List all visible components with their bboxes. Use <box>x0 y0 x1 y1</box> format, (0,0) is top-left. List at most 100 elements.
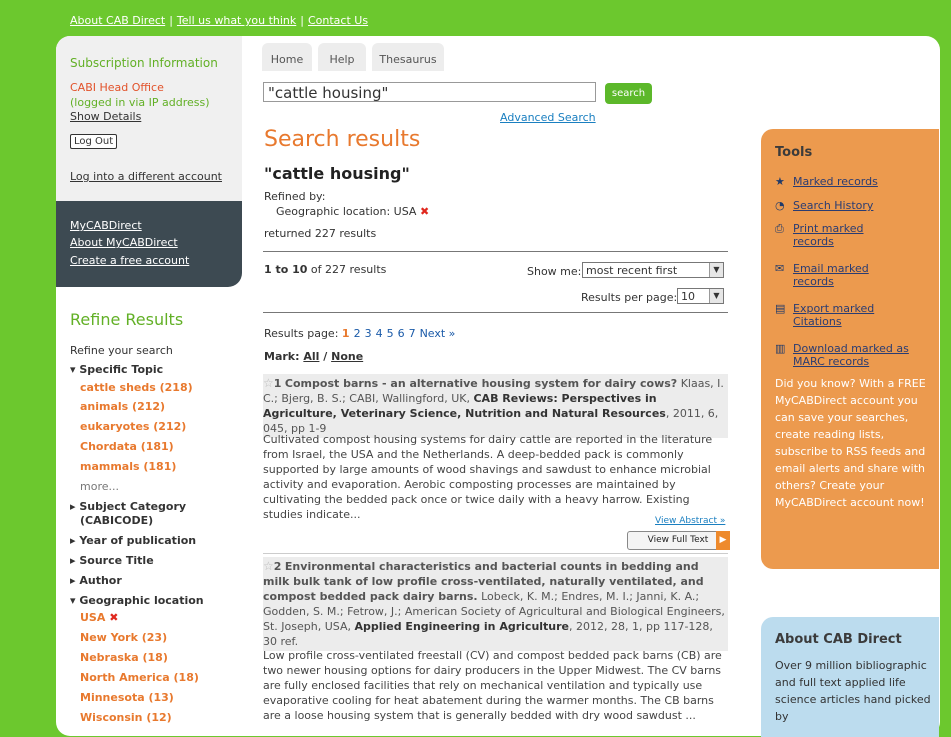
email-icon: ✉ <box>775 262 785 275</box>
result-range-bold: 1 to 10 <box>264 263 308 276</box>
record-abstract: Low profile cross-ventilated freestall (… <box>263 649 722 722</box>
separator: | <box>169 14 173 27</box>
facet-year[interactable]: ▸ Year of publication <box>70 534 196 547</box>
results-per-page-label: Results per page: <box>581 291 678 304</box>
facet-subject-category[interactable]: ▸ Subject Category <box>70 500 186 513</box>
mark-none-link[interactable]: None <box>331 350 363 363</box>
refine-subtitle: Refine your search <box>70 344 173 357</box>
sort-select[interactable]: most recent first ▼ <box>582 262 724 278</box>
remove-refinement-icon[interactable]: ✖ <box>420 205 429 218</box>
refine-title: Refine Results <box>70 310 184 329</box>
results-per-page-value: 10 <box>681 290 695 303</box>
contact-us-link[interactable]: Contact Us <box>308 14 368 27</box>
facet-subject-category-line2: (CABICODE) <box>80 514 154 527</box>
page-link[interactable]: 7 <box>409 327 416 340</box>
mark-separator: / <box>319 350 332 363</box>
tool-label[interactable]: Export marked Citations <box>793 302 893 328</box>
facet-author[interactable]: ▸ Author <box>70 574 122 587</box>
separator: | <box>300 14 304 27</box>
subscription-org: CABI Head Office <box>70 81 164 94</box>
page-title: Search results <box>264 127 421 152</box>
subscription-box: Subscription Information CABI Head Offic… <box>56 36 242 201</box>
page-link[interactable]: 6 <box>398 327 405 340</box>
result-range-rest: of 227 results <box>307 263 387 276</box>
export-icon: ▤ <box>775 302 786 315</box>
divider <box>263 312 728 313</box>
advanced-search-link[interactable]: Advanced Search <box>500 111 596 124</box>
create-account-link[interactable]: Create a free account <box>70 254 189 267</box>
chevron-down-icon: ▼ <box>709 289 723 303</box>
tab-thesaurus[interactable]: Thesaurus <box>372 43 444 71</box>
view-full-text-label: View Full Text <box>647 535 709 545</box>
record-header: ☆2 Environmental characteristics and bac… <box>263 557 728 651</box>
tab-home[interactable]: Home <box>262 43 312 71</box>
page-link[interactable]: 4 <box>376 327 383 340</box>
facet-source-title[interactable]: ▸ Source Title <box>70 554 154 567</box>
printer-icon: ⎙ <box>775 222 784 235</box>
about-title: About CAB Direct <box>775 632 902 647</box>
about-mycabdirect-link[interactable]: About MyCABDirect <box>70 236 178 249</box>
search-button[interactable]: search <box>605 83 652 104</box>
divider <box>263 553 728 554</box>
about-panel: About CAB Direct Over 9 million bibliogr… <box>761 617 939 737</box>
refined-filter-label: Geographic location: USA <box>276 205 417 218</box>
facet-selected-label: USA <box>80 611 106 624</box>
view-full-text-button[interactable]: View Full Text ▶ <box>627 531 730 550</box>
arrow-right-icon: ▶ <box>716 531 730 550</box>
chevron-down-icon: ▼ <box>709 263 723 277</box>
facet-item[interactable]: cattle sheds (218) <box>80 381 193 394</box>
page-link[interactable]: 5 <box>387 327 394 340</box>
pagination-label: Results page: <box>264 327 339 340</box>
history-icon: ◔ <box>775 199 785 212</box>
page-link[interactable]: 2 <box>354 327 361 340</box>
facet-geographic-location[interactable]: ▾ Geographic location <box>70 594 204 607</box>
facet-item[interactable]: eukaryotes (212) <box>80 420 186 433</box>
facet-item[interactable]: Wisconsin (12) <box>80 711 172 724</box>
divider <box>263 251 728 252</box>
next-page-link[interactable]: Next » <box>420 327 456 340</box>
record-journal: Applied Engineering in Agriculture <box>354 620 570 633</box>
view-abstract-link[interactable]: View Abstract » <box>655 516 725 526</box>
star-icon[interactable]: ☆ <box>263 559 274 573</box>
facet-item[interactable]: mammals (181) <box>80 460 176 473</box>
star-icon: ★ <box>775 175 785 188</box>
top-links: About CAB Direct | Tell us what you think |… <box>70 14 368 27</box>
tool-label[interactable]: Print marked records <box>793 222 903 248</box>
tool-label[interactable]: Download marked as MARC records <box>793 342 923 368</box>
about-cab-direct-link[interactable]: About CAB Direct <box>70 14 165 27</box>
facet-item[interactable]: North America (18) <box>80 671 199 684</box>
subscription-ip-note: (logged in via IP address) <box>70 96 210 109</box>
feedback-link[interactable]: Tell us what you think <box>177 14 296 27</box>
tools-panel: Tools ★ Marked records ◔ Search History … <box>761 129 939 569</box>
search-query-heading: "cattle housing" <box>264 164 410 183</box>
record-number: 2 <box>273 560 282 573</box>
show-details-link[interactable]: Show Details <box>70 110 141 123</box>
facet-item[interactable]: Nebraska (18) <box>80 651 168 664</box>
facet-item[interactable]: Minnesota (13) <box>80 691 174 704</box>
mark-all-link[interactable]: All <box>303 350 319 363</box>
facet-specific-topic[interactable]: ▾ Specific Topic <box>70 363 163 376</box>
tool-label[interactable]: Marked records <box>793 175 878 188</box>
facet-item[interactable]: animals (212) <box>80 400 165 413</box>
search-input[interactable]: "cattle housing" <box>263 82 596 102</box>
page-link[interactable]: 3 <box>365 327 372 340</box>
record-abstract: Cultivated compost housing systems for d… <box>263 433 713 521</box>
tab-help[interactable]: Help <box>318 43 366 71</box>
record-title[interactable]: Compost barns - an alternative housing s… <box>285 377 677 390</box>
about-text: Over 9 million bibliographic and full te… <box>775 659 931 723</box>
results-per-page-select[interactable]: 10 ▼ <box>677 288 724 304</box>
mark-controls: Mark: All / None <box>264 350 363 363</box>
tool-label[interactable]: Search History <box>793 199 873 212</box>
remove-filter-icon[interactable]: ✖ <box>109 611 118 624</box>
mycabdirect-link[interactable]: MyCABDirect <box>70 219 142 232</box>
download-icon: ▥ <box>775 342 786 355</box>
facet-item[interactable]: New York (23) <box>80 631 167 644</box>
result-count: returned 227 results <box>264 227 377 240</box>
pagination: Results page: 1 2 3 4 5 6 7 Next » <box>264 327 459 340</box>
different-account-link[interactable]: Log into a different account <box>70 170 222 183</box>
logout-button[interactable]: Log Out <box>70 134 118 149</box>
star-icon[interactable]: ☆ <box>263 376 274 390</box>
facet-item[interactable]: Chordata (181) <box>80 440 174 453</box>
tool-label[interactable]: Email marked records <box>793 262 893 288</box>
facet-more-link[interactable]: more... <box>80 480 119 493</box>
